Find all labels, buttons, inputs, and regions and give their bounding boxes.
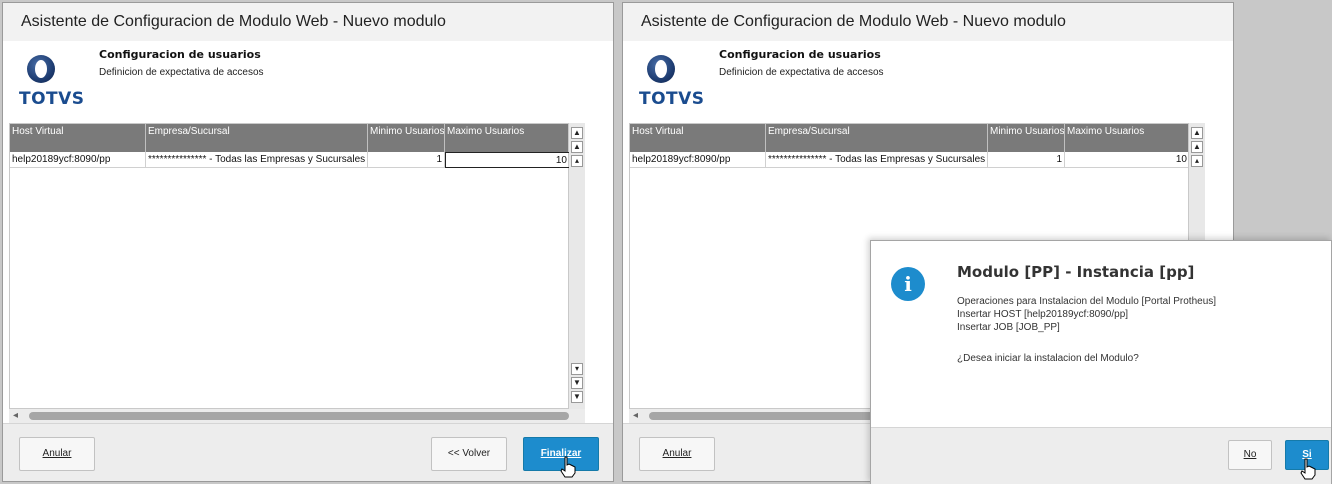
info-icon: i: [891, 267, 925, 301]
col-minimo-usuarios[interactable]: Minimo Usuarios: [368, 124, 445, 152]
anular-label: Anular: [42, 448, 72, 459]
window-title: Asistente de Configuracion de Modulo Web…: [3, 3, 613, 41]
table-row[interactable]: help20189ycf:8090/pp *************** - T…: [630, 152, 1190, 168]
col-maximo-usuarios[interactable]: Maximo Usuarios: [1065, 124, 1190, 152]
totvs-logo: TOTVS: [17, 53, 84, 111]
section-subtitle: Definicion de expectativa de accesos: [719, 67, 884, 78]
col-empresa-sucursal[interactable]: Empresa/Sucursal: [146, 124, 368, 152]
scroll-up-icon[interactable]: ▴: [1191, 155, 1203, 167]
scroll-top-icon[interactable]: ▲: [571, 127, 583, 139]
totvs-orb-icon: [647, 55, 675, 83]
cell-empresa[interactable]: *************** - Todas las Empresas y S…: [146, 152, 368, 168]
dialog-line-operaciones: Operaciones para Instalacion del Modulo …: [957, 296, 1217, 307]
screenshot-stage: Asistente de Configuracion de Modulo Web…: [0, 0, 1332, 484]
volver-button[interactable]: << Volver: [431, 437, 507, 471]
col-host-virtual[interactable]: Host Virtual: [630, 124, 766, 152]
anular-label: Anular: [662, 448, 692, 459]
scroll-page-down-icon[interactable]: ▼: [571, 377, 583, 389]
horizontal-scrollbar[interactable]: ◂: [9, 409, 585, 423]
scroll-left-icon[interactable]: ◂: [633, 410, 638, 421]
dialog-question: ¿Desea iniciar la instalacion del Modulo…: [957, 353, 1139, 364]
cell-empresa[interactable]: *************** - Todas las Empresas y S…: [766, 152, 988, 168]
confirm-dialog: i Modulo [PP] - Instancia [pp] Operacion…: [870, 240, 1332, 484]
scroll-page-up-icon[interactable]: ▲: [571, 141, 583, 153]
no-button[interactable]: No: [1228, 440, 1272, 470]
cell-host[interactable]: help20189ycf:8090/pp: [10, 152, 146, 168]
col-minimo-usuarios[interactable]: Minimo Usuarios: [988, 124, 1065, 152]
totvs-orb-icon: [27, 55, 55, 83]
totvs-logo: TOTVS: [637, 53, 704, 111]
brand-text: TOTVS: [639, 89, 705, 109]
section-title: Configuracion de usuarios: [719, 48, 881, 61]
col-host-virtual[interactable]: Host Virtual: [10, 124, 146, 152]
cell-host[interactable]: help20189ycf:8090/pp: [630, 152, 766, 168]
scroll-up-icon[interactable]: ▴: [571, 155, 583, 167]
scroll-left-icon[interactable]: ◂: [13, 410, 18, 421]
scroll-bottom-icon[interactable]: ▼: [571, 391, 583, 403]
hand-cursor-icon: [560, 456, 576, 478]
wizard-window-left: Asistente de Configuracion de Modulo Web…: [2, 2, 614, 482]
cell-minimo[interactable]: 1: [368, 152, 445, 168]
grid-header: Host Virtual Empresa/Sucursal Minimo Usu…: [10, 124, 570, 152]
anular-button[interactable]: Anular: [19, 437, 95, 471]
users-grid[interactable]: Host Virtual Empresa/Sucursal Minimo Usu…: [9, 123, 570, 409]
scroll-down-icon[interactable]: ▾: [571, 363, 583, 375]
cell-maximo[interactable]: 10: [1065, 152, 1190, 168]
table-row[interactable]: help20189ycf:8090/pp *************** - T…: [10, 152, 570, 168]
section-title: Configuracion de usuarios: [99, 48, 261, 61]
section-subtitle: Definicion de expectativa de accesos: [99, 67, 264, 78]
dialog-footer: No Si: [871, 427, 1331, 484]
scroll-page-up-icon[interactable]: ▲: [1191, 141, 1203, 153]
dialog-line-job: Insertar JOB [JOB_PP]: [957, 322, 1060, 333]
grid-header: Host Virtual Empresa/Sucursal Minimo Usu…: [630, 124, 1190, 152]
col-empresa-sucursal[interactable]: Empresa/Sucursal: [766, 124, 988, 152]
anular-button[interactable]: Anular: [639, 437, 715, 471]
wizard-footer: Anular << Volver Finalizar: [3, 423, 613, 481]
cell-maximo-edit[interactable]: 10: [445, 152, 570, 168]
scroll-top-icon[interactable]: ▲: [1191, 127, 1203, 139]
dialog-line-host: Insertar HOST [help20189ycf:8090/pp]: [957, 309, 1129, 320]
window-title: Asistente de Configuracion de Modulo Web…: [623, 3, 1233, 41]
col-maximo-usuarios[interactable]: Maximo Usuarios: [445, 124, 570, 152]
dialog-title: Modulo [PP] - Instancia [pp]: [957, 263, 1195, 281]
brand-text: TOTVS: [19, 89, 85, 109]
cell-minimo[interactable]: 1: [988, 152, 1065, 168]
no-label: No: [1243, 449, 1257, 460]
vertical-scrollbar[interactable]: ▲ ▲ ▴ ▾ ▼ ▼: [569, 123, 585, 409]
scroll-thumb[interactable]: [29, 412, 569, 420]
hand-cursor-icon: [1300, 458, 1316, 480]
